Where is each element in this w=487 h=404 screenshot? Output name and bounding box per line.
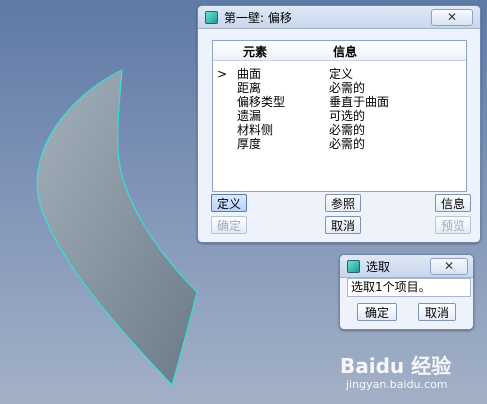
list-item[interactable]: 材料侧 必需的 xyxy=(213,123,466,137)
current-row-marker: > xyxy=(217,67,228,81)
row-element: 遗漏 xyxy=(237,109,262,123)
watermark-brand: Baidu 经验 xyxy=(340,354,452,378)
offset-dialog-titlebar[interactable]: 第一壁: 偏移 ✕ xyxy=(198,6,480,29)
row-element: 曲面 xyxy=(237,67,262,81)
cancel-button[interactable]: 取消 xyxy=(325,216,361,234)
row-info: 可选的 xyxy=(329,109,366,123)
column-header-info[interactable]: 信息 xyxy=(333,43,357,60)
dialog-app-icon xyxy=(205,11,218,24)
select-dialog: 选取 ✕ 选取1个项目。 确定 取消 xyxy=(339,254,474,330)
confirm-button[interactable]: 确定 xyxy=(211,216,247,234)
column-header-element[interactable]: 元素 xyxy=(243,43,267,60)
info-button[interactable]: 信息 xyxy=(435,194,471,212)
row-element: 厚度 xyxy=(237,137,262,151)
row-element: 材料侧 xyxy=(237,123,274,137)
select-dialog-title: 选取 xyxy=(366,260,391,274)
close-icon[interactable]: ✕ xyxy=(431,9,473,26)
offset-dialog-title: 第一壁: 偏移 xyxy=(224,11,292,25)
row-info: 必需的 xyxy=(329,137,366,151)
list-item[interactable]: 遗漏 可选的 xyxy=(213,109,466,123)
list-item[interactable]: 距离 必需的 xyxy=(213,81,466,95)
row-info: 必需的 xyxy=(329,81,366,95)
row-element: 偏移类型 xyxy=(237,95,286,109)
refer-button[interactable]: 参照 xyxy=(325,194,361,212)
element-list-header: 元素 信息 xyxy=(213,41,466,61)
close-icon[interactable]: ✕ xyxy=(430,258,468,275)
baidu-watermark: Baidu 经验 jingyan.baidu.com xyxy=(340,350,480,396)
offset-dialog: 第一壁: 偏移 ✕ 元素 信息 > 曲面 定义 距离 必需的 偏移类型 垂直于曲… xyxy=(197,5,481,243)
watermark-url: jingyan.baidu.com xyxy=(346,378,448,391)
list-item[interactable]: 偏移类型 垂直于曲面 xyxy=(213,95,466,109)
row-info: 垂直于曲面 xyxy=(329,95,390,109)
list-item[interactable]: > 曲面 定义 xyxy=(213,67,466,81)
select-cancel-button[interactable]: 取消 xyxy=(418,303,456,321)
selection-prompt: 选取1个项目。 xyxy=(347,278,471,297)
row-info: 定义 xyxy=(329,67,354,81)
select-confirm-button[interactable]: 确定 xyxy=(357,303,397,321)
define-button[interactable]: 定义 xyxy=(211,194,247,212)
preview-button[interactable]: 预览 xyxy=(435,216,471,234)
row-element: 距离 xyxy=(237,81,262,95)
row-info: 必需的 xyxy=(329,123,366,137)
element-list: 元素 信息 > 曲面 定义 距离 必需的 偏移类型 垂直于曲面 遗漏 可选的 材… xyxy=(212,40,467,192)
list-item[interactable]: 厚度 必需的 xyxy=(213,137,466,151)
dialog-app-icon xyxy=(347,260,360,273)
select-dialog-titlebar[interactable]: 选取 ✕ xyxy=(340,255,473,278)
